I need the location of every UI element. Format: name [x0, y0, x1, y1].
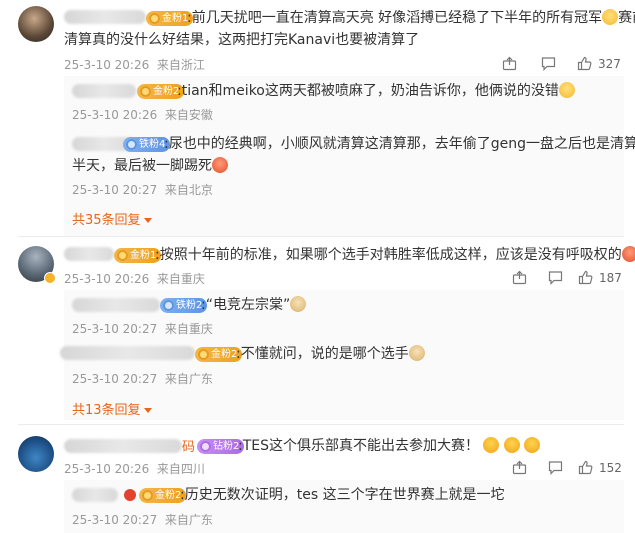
- comment-icon[interactable]: [548, 460, 563, 475]
- reply-text: :“电竞左宗棠”: [201, 294, 307, 316]
- reply-meta: 25-3-10 20:27 来自北京: [72, 183, 213, 197]
- username[interactable]: [64, 10, 146, 24]
- avatar[interactable]: [18, 436, 54, 472]
- emoji-icon: [290, 296, 307, 312]
- like-count: 327: [598, 57, 621, 71]
- like-icon[interactable]: [578, 460, 593, 475]
- comment-text-cont: 清算真的没什么好结果，这两把打完Kanavi也要被清算了: [64, 32, 420, 48]
- like-count: 152: [599, 461, 622, 475]
- reply-meta: 25-3-10 20:27 来自重庆: [72, 322, 213, 336]
- divider: [18, 236, 624, 237]
- reply-text: :历史无数次证明，tes 这三个字在世界赛上就是一坨: [180, 487, 505, 503]
- like-icon[interactable]: [577, 56, 592, 71]
- comment-text: :TES这个俱乐部真不能出去参加大赛！: [238, 435, 541, 457]
- like-icon[interactable]: [578, 270, 593, 285]
- share-icon[interactable]: [512, 460, 527, 475]
- more-replies-link[interactable]: 共35条回复: [72, 209, 152, 228]
- fan-badge-icon: [149, 13, 160, 24]
- comment-meta: 25-3-10 20:26 来自四川: [64, 462, 205, 476]
- like-count: 187: [599, 271, 622, 285]
- avatar[interactable]: [18, 6, 54, 42]
- vip-icon: [124, 489, 136, 501]
- username[interactable]: [72, 298, 160, 312]
- username[interactable]: [64, 247, 114, 261]
- verified-icon: [44, 272, 56, 284]
- reply-meta: 25-3-10 20:27 来自广东: [72, 372, 213, 386]
- share-icon[interactable]: [512, 270, 527, 285]
- fan-badge-icon: [200, 441, 211, 452]
- username[interactable]: [64, 439, 182, 453]
- fan-badge-icon: [198, 349, 209, 360]
- fan-badge-icon: [142, 490, 153, 501]
- share-icon[interactable]: [502, 56, 517, 71]
- reply-text: :tian和meiko这两天都被喷麻了，奶油告诉你，他俩说的没错: [177, 80, 575, 102]
- emoji-icon: [483, 437, 500, 453]
- fan-badge-icon: [126, 139, 137, 150]
- fan-badge-icon: [163, 300, 174, 311]
- reply-text: :尿也中的经典啊，小顺风就清算这清算那，去年偷了geng一盘之后也是清算: [164, 136, 635, 152]
- comment-text: :前几天扰吧一直在清算高天亮 好像滔搏已经稳了下半年的所有冠军赛前: [187, 9, 635, 26]
- username-tail[interactable]: 码: [182, 436, 195, 455]
- emoji-icon: [602, 9, 619, 25]
- emoji-icon: [212, 157, 228, 173]
- more-replies-link[interactable]: 共13条回复: [72, 399, 152, 418]
- chevron-down-icon: [143, 218, 152, 223]
- emoji-icon: [408, 345, 425, 361]
- comment-text: :按照十年前的标准，如果哪个选手对韩胜率低成这样，应该是没有呼吸权的: [155, 244, 635, 266]
- username[interactable]: [60, 346, 195, 360]
- reply-meta: 25-3-10 20:27 来自广东: [72, 513, 213, 527]
- fan-badge-icon: [140, 86, 151, 97]
- comment-meta: 25-3-10 20:26 来自重庆: [64, 272, 205, 286]
- comment-meta: 25-3-10 20:26 来自浙江: [64, 58, 205, 72]
- username[interactable]: [72, 84, 136, 98]
- divider: [18, 424, 624, 425]
- username[interactable]: [72, 488, 118, 502]
- reply-text: :不懂就问，说的是哪个选手: [236, 343, 425, 365]
- emoji-icon: [621, 246, 635, 262]
- reply-text-cont: 半天，最后被一脚踢死: [72, 155, 228, 177]
- emoji-icon: [524, 437, 541, 453]
- emoji-icon: [503, 437, 520, 453]
- emoji-icon: [558, 82, 575, 98]
- comment-icon[interactable]: [548, 270, 563, 285]
- chevron-down-icon: [143, 408, 152, 413]
- reply-meta: 25-3-10 20:26 来自安徽: [72, 108, 213, 122]
- fan-badge-icon: [117, 250, 128, 261]
- comment-icon[interactable]: [541, 56, 556, 71]
